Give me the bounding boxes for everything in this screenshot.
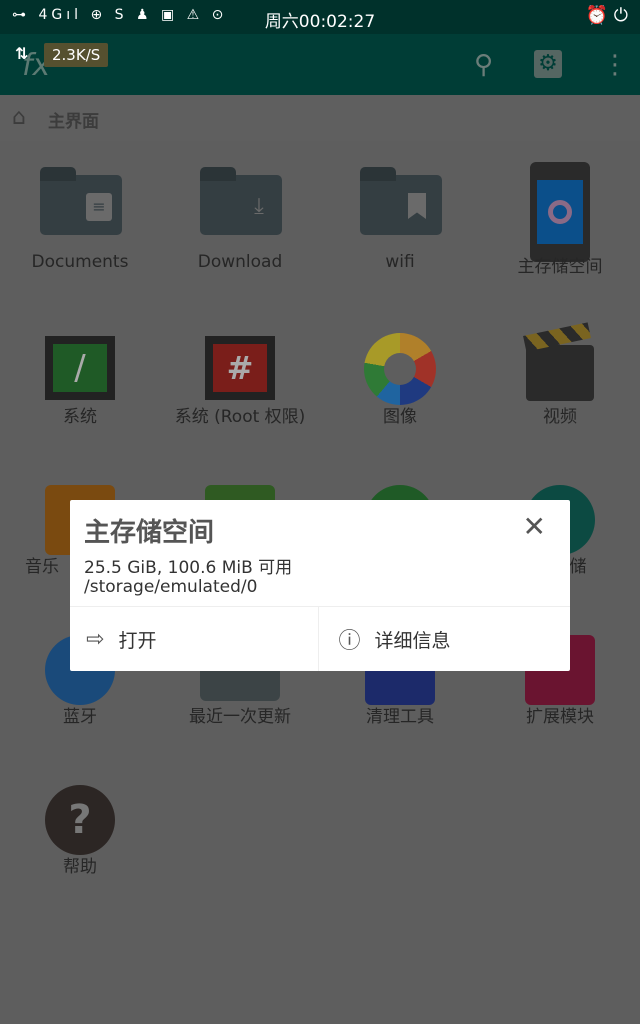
- transfer-arrows-icon: ⇅: [15, 44, 29, 63]
- terminal-root-icon: /: [40, 315, 120, 400]
- clapperboard-icon: [520, 315, 600, 401]
- grid-item-primary-storage[interactable]: 主存储空间: [480, 150, 640, 300]
- alarm-charging-icons: ⏰ ⏻: [585, 5, 628, 26]
- home-icon: ⌂: [12, 105, 26, 130]
- grid-label: 系统: [63, 407, 97, 427]
- grid-item-images[interactable]: 图像: [320, 300, 480, 450]
- network-speed: 2.3K/S: [44, 43, 109, 67]
- open-exit-icon: ⇨: [86, 626, 105, 652]
- dialog-actions: ⇨ 打开 ⓘ 详细信息: [70, 606, 570, 671]
- app-bar: fx ⇅ 2.3K/S ⚲ ⚙ ⋮: [0, 34, 640, 95]
- help-icon: ?: [40, 765, 120, 855]
- grid-item-help[interactable]: ? 帮助: [0, 750, 160, 900]
- dialog-title: 主存储空间: [84, 518, 215, 548]
- grid-item-wifi[interactable]: wifi: [320, 150, 480, 300]
- clock: 周六00:02:27: [264, 12, 376, 32]
- grid-label: 扩展模块: [526, 707, 594, 727]
- close-icon[interactable]: ✕: [523, 510, 546, 543]
- grid-label: 帮助: [63, 857, 97, 877]
- search-icon[interactable]: ⚲: [474, 50, 493, 80]
- grid-item-system[interactable]: / 系统: [0, 300, 160, 450]
- grid-label: wifi: [385, 252, 415, 272]
- grid-item-download[interactable]: ⤓ Download: [160, 150, 320, 300]
- storage-dialog: 主存储空间 ✕ 25.5 GiB, 100.6 MiB 可用 /storage/…: [70, 500, 570, 671]
- breadcrumb-label: 主界面: [48, 112, 99, 132]
- grid-label: 视频: [543, 407, 577, 427]
- open-button[interactable]: ⇨ 打开: [70, 607, 318, 671]
- grid-label: 最近一次更新: [189, 707, 291, 727]
- folder-documents-icon: ≡: [40, 165, 122, 245]
- phone-storage-icon: [520, 162, 600, 262]
- grid-label: 主存储空间: [517, 257, 603, 277]
- grid-label: 蓝牙: [63, 707, 97, 727]
- terminal-hash-icon: #: [200, 315, 280, 400]
- breadcrumb[interactable]: ⌂ 主界面: [0, 95, 640, 141]
- grid-label: Documents: [31, 252, 129, 272]
- folder-bookmark-icon: [360, 165, 442, 245]
- grid-label: Download: [197, 252, 283, 272]
- info-icon: ⓘ: [338, 629, 361, 654]
- dialog-path: /storage/emulated/0: [84, 577, 258, 597]
- status-bar: ⊶ 4Gıl ⊕ S ♟ ▣ ⚠ ⊙ 周六00:02:27 ⏰ ⏻: [0, 0, 640, 34]
- details-button[interactable]: ⓘ 详细信息: [317, 607, 571, 671]
- folder-download-icon: ⤓: [200, 165, 282, 245]
- open-label: 打开: [118, 629, 157, 652]
- grid-item-documents[interactable]: ≡ Documents: [0, 150, 160, 300]
- settings-icon[interactable]: ⚙: [534, 50, 562, 78]
- dialog-size-info: 25.5 GiB, 100.6 MiB 可用: [84, 558, 293, 578]
- grid-item-system-root[interactable]: # 系统 (Root 权限): [160, 300, 320, 450]
- grid-label: 图像: [383, 407, 417, 427]
- grid-label: 清理工具: [366, 707, 434, 727]
- image-gallery-icon: [360, 315, 440, 405]
- grid-label: 系统 (Root 权限): [174, 407, 306, 427]
- more-vert-icon[interactable]: ⋮: [602, 50, 628, 80]
- details-label: 详细信息: [374, 629, 451, 652]
- grid-item-video[interactable]: 视频: [480, 300, 640, 450]
